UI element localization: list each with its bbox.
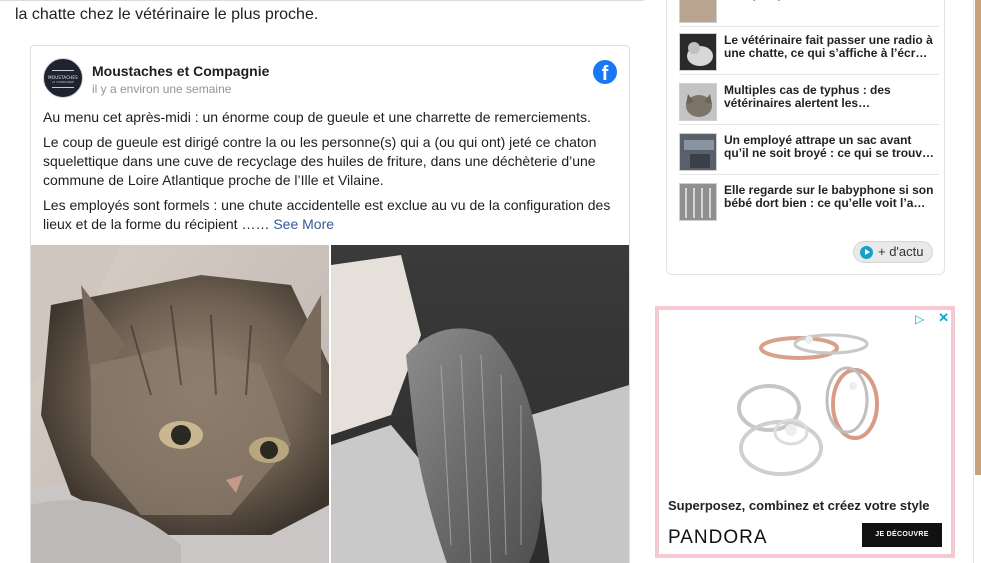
discover-button[interactable]: JE DÉCOUVRE [862,523,942,547]
related-news-widget: voit quelque chose se tortiller dans… Le… [666,0,945,275]
news-thumbnail[interactable] [679,183,717,221]
more-news-button[interactable]: + d'actu [853,241,933,263]
post-paragraph: Au menu cet après-midi : un énorme coup … [43,109,591,125]
avatar-line [52,87,74,88]
pandora-advertisement[interactable]: ▷ ✕ Superposez, combinez et créez votre … [655,306,955,558]
play-icon [860,246,873,259]
xray-image [680,34,716,70]
cat-photo-image [680,84,716,120]
page-background-edge [975,0,981,475]
post-text: Au menu cet après-midi : un énorme coup … [43,108,621,240]
ad-choices[interactable]: ▷ ✕ [915,311,949,327]
post-paragraph: Le coup de gueule est dirigé contre la o… [43,134,597,188]
avatar-line [52,70,74,71]
babyphone-image [680,184,716,220]
news-item[interactable]: Multiples cas de typhus : des vétérinair… [679,79,939,125]
adchoices-icon[interactable]: ▷ [915,312,924,326]
post-paragraph: Les employés sont formels : une chute ac… [43,196,621,234]
news-item[interactable]: Un employé attrape un sac avant qu’il ne… [679,129,939,175]
kitten-body-image [331,245,629,563]
news-item[interactable]: Le vétérinaire fait passer une radio à u… [679,29,939,75]
news-title[interactable]: Un employé attrape un sac avant qu’il ne… [724,134,938,160]
page-avatar[interactable]: MOUSTACHES et COMPAGNIE [43,58,83,98]
facebook-post-embed: MOUSTACHES et COMPAGNIE Moustaches et Co… [30,45,630,563]
news-item[interactable]: Elle regarde sur le babyphone si son béb… [679,179,939,225]
page-name-link[interactable]: Moustaches et Compagnie [92,63,269,79]
news-thumbnail[interactable] [679,0,717,23]
page-edge-divider [973,0,974,563]
post-photo-kitten-face[interactable] [31,245,329,563]
see-more-link[interactable]: See More [273,216,334,232]
sorting-plant-image [680,134,716,170]
rings-image [737,333,879,476]
more-news-label: + d'actu [878,244,924,259]
news-title[interactable]: voit quelque chose se tortiller dans… [724,0,938,14]
avatar-subtext: et COMPAGNIE [52,80,74,84]
post-photo-kitten-body[interactable] [331,245,629,563]
news-thumbnail[interactable] [679,33,717,71]
article-text: la chatte chez le vétérinaire le plus pr… [15,6,319,23]
post-timestamp[interactable]: il y a environ une semaine [92,82,231,96]
article-divider [0,0,644,1]
facebook-logo-icon[interactable]: f [593,60,617,84]
ad-tagline[interactable]: Superposez, combinez et créez votre styl… [668,498,948,513]
news-title[interactable]: Elle regarde sur le babyphone si son béb… [724,184,938,210]
news-item[interactable]: voit quelque chose se tortiller dans… [679,0,939,27]
close-icon[interactable]: ✕ [938,311,949,325]
news-title[interactable]: Multiples cas de typhus : des vétérinair… [724,84,938,110]
pandora-logo[interactable]: PANDORA [668,527,768,549]
news-title[interactable]: Le vétérinaire fait passer une radio à u… [724,34,938,60]
post-header: MOUSTACHES et COMPAGNIE Moustaches et Co… [43,58,617,102]
news-thumbnail[interactable] [679,133,717,171]
kitten-face-image [31,245,329,563]
news-thumbnail[interactable] [679,83,717,121]
